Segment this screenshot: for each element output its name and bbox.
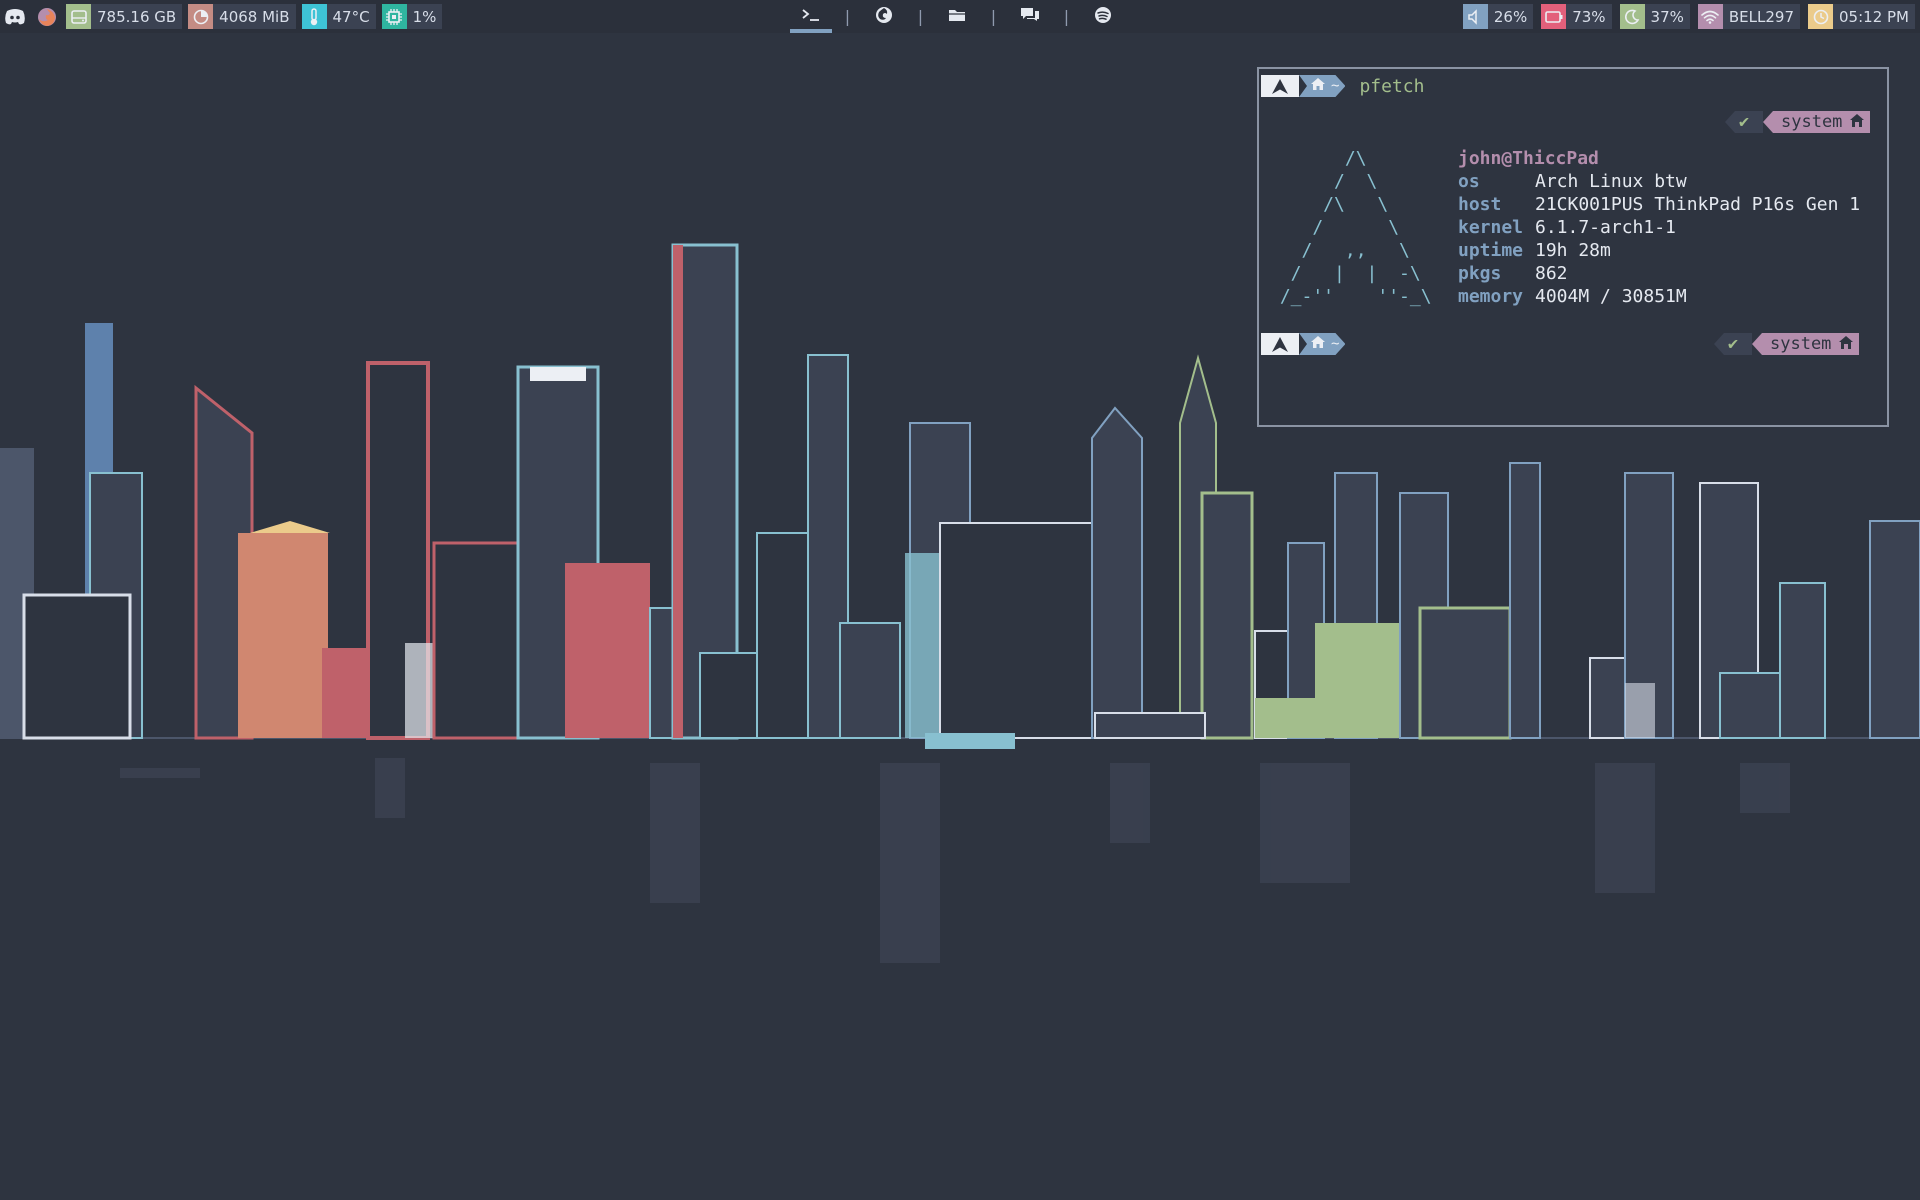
info-value: Arch Linux btw: [1535, 171, 1687, 192]
info-key: pkgs: [1458, 263, 1502, 284]
system-label: system: [1781, 112, 1843, 132]
volume-icon: [1462, 4, 1488, 29]
chat-icon: [1020, 7, 1040, 27]
workspace-separator: |: [917, 7, 924, 26]
workspace-files[interactable]: [936, 0, 978, 33]
clock-text: 05:12 PM: [1839, 7, 1909, 26]
info-value: 19h 28m: [1535, 240, 1611, 261]
wifi-module[interactable]: BELL297: [1697, 4, 1801, 29]
info-key: uptime: [1458, 240, 1524, 261]
info-row: pkgs 862: [1458, 262, 1860, 285]
disk-text: 785.16 GB: [97, 7, 177, 26]
info-key: os: [1458, 171, 1480, 192]
workspace-spotify[interactable]: [1082, 0, 1124, 33]
bar-right: 26% 73% 37% BELL297 05:12 PM: [1462, 0, 1915, 33]
home-icon: [1311, 78, 1325, 94]
cpu-icon: [381, 4, 407, 29]
workspace-terminal[interactable]: [790, 0, 832, 33]
info-value: 4004M / 30851M: [1535, 286, 1687, 307]
info-row: kernel 6.1.7-arch1-1: [1458, 216, 1860, 239]
volume-text: 26%: [1493, 7, 1528, 26]
system-segment: system: [1752, 333, 1860, 355]
firefox-icon: [875, 6, 893, 28]
memory-module[interactable]: 4068 MiB: [188, 4, 296, 29]
battery-module[interactable]: 73%: [1541, 4, 1612, 29]
brightness-icon: [1619, 4, 1645, 29]
cpu-text: 1%: [412, 7, 437, 26]
info-key: host: [1458, 194, 1502, 215]
folder-icon: [948, 7, 966, 26]
cpu-module[interactable]: 1%: [381, 4, 443, 29]
info-row: host 21CK001PUS ThinkPad P16s Gen 1: [1458, 193, 1860, 216]
info-row: john@ThiccPad: [1458, 147, 1860, 170]
arch-logo-icon: [1261, 333, 1299, 355]
workspace-separator: |: [844, 7, 851, 26]
status-ok: ✔: [1725, 111, 1763, 133]
memory-icon: [188, 4, 214, 29]
volume-module[interactable]: 26%: [1462, 4, 1534, 29]
info-key: memory: [1458, 286, 1524, 307]
bar-left: 785.16 GB 4068 MiB 47°C 1%: [2, 0, 443, 33]
wifi-icon: [1697, 4, 1723, 29]
info-value: 21CK001PUS ThinkPad P16s Gen 1: [1535, 194, 1861, 215]
prompt-line: ~: [1261, 333, 1345, 355]
workspace-separator: |: [1063, 7, 1070, 26]
brightness-module[interactable]: 37%: [1619, 4, 1690, 29]
pfetch-info: john@ThiccPad os Arch Linux btw host 21C…: [1458, 147, 1860, 308]
clock-icon: [1808, 4, 1834, 29]
disk-module[interactable]: 785.16 GB: [66, 4, 183, 29]
home-icon: [1311, 336, 1325, 352]
info-row: memory 4004M / 30851M: [1458, 285, 1860, 308]
prompt-path: ~: [1299, 75, 1345, 97]
prompt-line: ~ pfetch: [1261, 75, 1424, 97]
battery-text: 73%: [1572, 7, 1606, 26]
info-value: 6.1.7-arch1-1: [1535, 217, 1676, 238]
terminal-window[interactable]: ~ pfetch ✔ system /\ / \ /\ \ / \ / ,, \…: [1257, 67, 1889, 427]
right-prompt: ✔ system: [1714, 333, 1860, 355]
prompt-dir: ~: [1331, 78, 1340, 94]
right-prompt: ✔ system: [1725, 111, 1871, 133]
workspace-chat[interactable]: [1009, 0, 1051, 33]
user-host: john@ThiccPad: [1458, 148, 1599, 169]
status-ok: ✔: [1714, 333, 1752, 355]
terminal-icon: [801, 7, 821, 26]
workspaces: | | | |: [790, 0, 1124, 33]
brightness-text: 37%: [1650, 7, 1684, 26]
info-value: 862: [1535, 263, 1568, 284]
temperature-text: 47°C: [332, 7, 370, 26]
wifi-text: BELL297: [1728, 7, 1795, 26]
info-row: os Arch Linux btw: [1458, 170, 1860, 193]
arch-ascii-logo: /\ / \ /\ \ / \ / ,, \ / | | -\ /_-'' ''…: [1279, 148, 1432, 307]
temperature-module[interactable]: 47°C: [301, 4, 376, 29]
battery-icon: [1541, 4, 1567, 29]
thermometer-icon: [301, 4, 327, 29]
typed-command: pfetch: [1359, 75, 1425, 97]
memory-text: 4068 MiB: [219, 7, 290, 26]
firefox-icon[interactable]: [34, 4, 60, 30]
disk-icon: [66, 4, 91, 29]
workspace-separator: |: [990, 7, 997, 26]
prompt-dir: ~: [1331, 336, 1340, 352]
info-key: kernel: [1458, 217, 1524, 238]
clock-module[interactable]: 05:12 PM: [1808, 4, 1915, 29]
info-row: uptime 19h 28m: [1458, 239, 1860, 262]
system-segment: system: [1763, 111, 1871, 133]
home-icon: [1850, 112, 1865, 132]
prompt-path: ~: [1299, 333, 1345, 355]
system-label: system: [1770, 334, 1832, 354]
top-bar: 785.16 GB 4068 MiB 47°C 1% | | | | 26% 7…: [0, 0, 1920, 33]
workspace-firefox[interactable]: [863, 0, 905, 33]
spotify-icon: [1094, 6, 1112, 28]
discord-icon[interactable]: [2, 4, 28, 30]
home-icon: [1839, 334, 1854, 354]
arch-logo-icon: [1261, 75, 1299, 97]
